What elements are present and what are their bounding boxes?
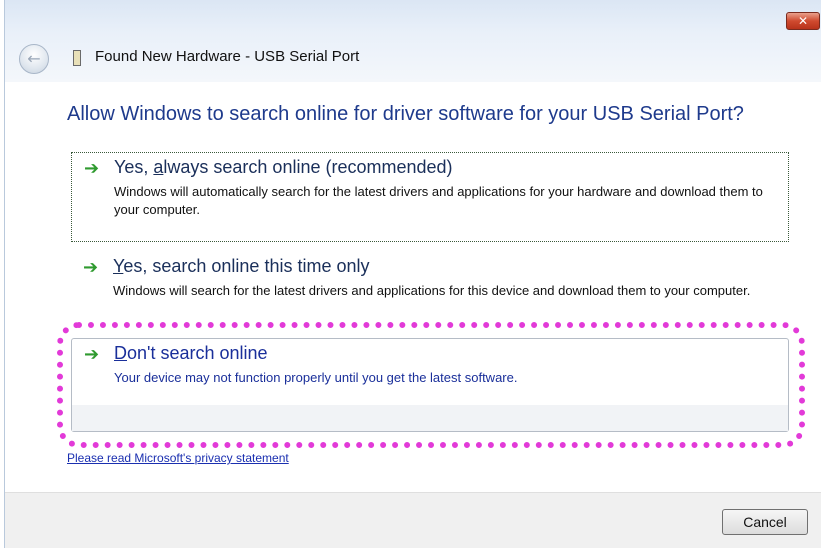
option-description: Windows will automatically search for th… [114,184,763,217]
back-arrow-icon[interactable]: ← [19,44,49,74]
found-new-hardware-window: ✕ ← Found New Hardware - USB Serial Port… [4,0,821,548]
title-bar: ✕ ← Found New Hardware - USB Serial Port [5,0,821,82]
privacy-statement-link[interactable]: Please read Microsoft's privacy statemen… [67,451,289,465]
page-heading: Allow Windows to search online for drive… [67,103,744,125]
green-arrow-icon: ➔ [84,158,100,179]
option-title: Yes, always search online (recommended) [114,157,453,177]
highlight-annotation [57,322,805,448]
option-description: Windows will search for the latest drive… [113,283,751,298]
option-always-search-online[interactable]: ➔ Yes, always search online (recommended… [71,152,789,242]
dialog-content: Allow Windows to search online for drive… [5,82,821,492]
cancel-button[interactable]: Cancel [722,509,808,535]
option-title: Yes, search online this time only [113,256,370,276]
usb-device-icon [73,50,81,66]
option-search-this-time-only[interactable]: ➔ Yes, search online this time only Wind… [71,252,789,322]
window-title: Found New Hardware - USB Serial Port [95,48,360,65]
dialog-footer: Cancel [5,492,821,548]
close-button[interactable]: ✕ [786,12,820,30]
green-arrow-icon: ➔ [83,257,99,278]
